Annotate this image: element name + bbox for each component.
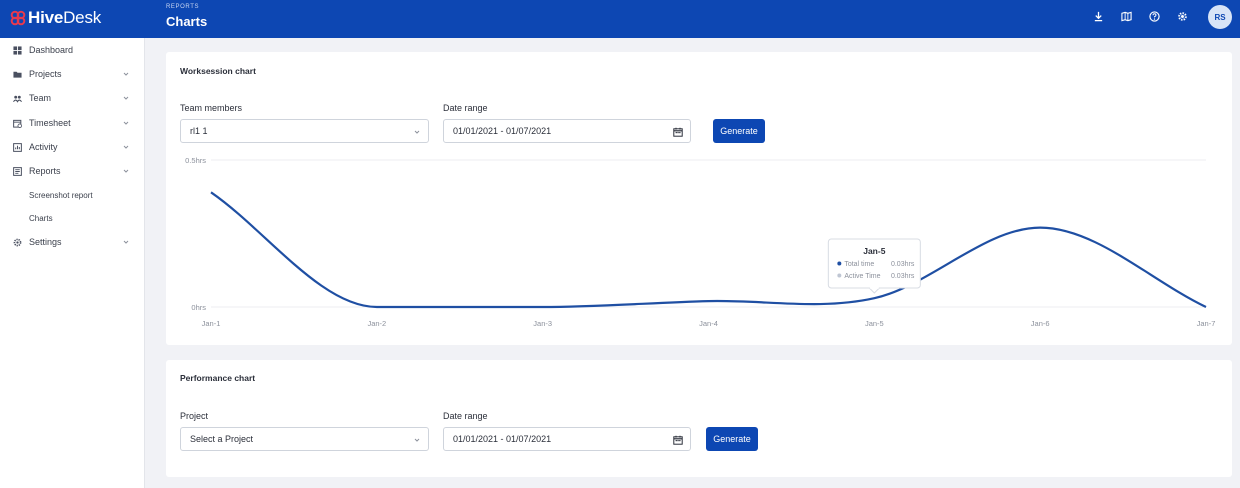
x-tick-label: Jan-1 [202,319,221,328]
tooltip-row-label: Total time [844,261,874,268]
sidebar: Dashboard Projects Team Timesheet Activi… [0,38,145,488]
reports-icon [13,166,22,176]
help-icon[interactable] [1149,11,1160,22]
series-line-total-time [210,191,1207,309]
download-icon[interactable] [1093,11,1104,22]
sidebar-item-reports[interactable]: Reports [0,161,145,181]
sidebar-item-label: Timesheet [29,118,71,128]
performance-date-range-input[interactable]: 01/01/2021 - 01/07/2021 [443,427,691,451]
chevron-down-icon [123,240,129,244]
x-tick-label: Jan-4 [699,319,718,328]
chevron-down-icon [123,96,129,100]
tooltip-title: Jan-5 [863,246,885,256]
sidebar-item-settings[interactable]: Settings [0,232,145,252]
worksession-line-chart: 0hrs 0.5hrs Jan-1 Jan-2 Jan-3 Jan-4 Jan-5 Jan-6… [185,156,1216,328]
map-icon[interactable] [1121,11,1132,22]
timesheet-icon [13,119,22,128]
sidebar-item-activity[interactable]: Activity [0,137,145,157]
settings-icon [13,238,22,246]
x-tick-label: Jan-6 [1031,319,1050,328]
chevron-down-icon [123,145,129,149]
dashboard-icon [13,45,22,55]
folder-icon [13,71,22,78]
performance-generate-button[interactable]: Generate [706,427,758,451]
sidebar-item-timesheet[interactable]: Timesheet [0,113,145,133]
tooltip-row-label: Active Time [844,273,880,280]
hivedesk-logo-icon [10,10,26,26]
x-tick-label: Jan-7 [1197,319,1216,328]
chevron-down-icon [123,121,129,125]
sidebar-item-label: Team [29,93,52,103]
y-tick-label: 0hrs [191,303,206,312]
sidebar-item-projects[interactable]: Projects [0,64,145,84]
breadcrumb: REPORTS [166,4,200,10]
sidebar-subitem-charts[interactable]: Charts [29,214,53,223]
sidebar-subitem-screenshot-report[interactable]: Screenshot report [29,191,93,200]
user-avatar[interactable]: RS [1208,5,1232,29]
sidebar-item-dashboard[interactable]: Dashboard [0,40,145,60]
tooltip-legend-dot [837,261,842,266]
sidebar-item-label: Settings [29,237,62,247]
gear-icon[interactable] [1177,11,1188,22]
x-tick-label: Jan-2 [367,319,386,328]
sidebar-item-label: Reports [29,166,61,176]
project-select[interactable]: Select a Project [180,427,429,451]
sidebar-item-label: Projects [29,69,62,79]
chevron-down-icon [123,169,129,173]
tooltip-legend-dot [837,273,842,278]
x-tick-label: Jan-5 [865,319,884,328]
activity-icon [13,142,22,152]
performance-title: Performance chart [180,373,256,383]
sidebar-item-team[interactable]: Team [0,88,145,108]
calendar-icon[interactable] [673,435,683,445]
top-actions [1093,11,1188,22]
performance-date-range-label: Date range [443,411,488,421]
logo[interactable]: HiveDesk [10,7,101,29]
tooltip-row-value: 0.03hrs [891,273,915,280]
worksession-card: Worksession chart Team members rl1 1 Dat… [166,52,1232,345]
performance-card: Performance chart Project Select a Proje… [166,360,1232,477]
page-title: Charts [166,14,208,29]
top-bar: HiveDesk REPORTS Charts RS [0,0,1240,38]
performance-date-range-value: 01/01/2021 - 01/07/2021 [453,434,552,444]
logo-text: HiveDesk [28,8,102,27]
project-value: Select a Project [190,434,254,444]
chevron-down-icon [123,72,129,76]
y-tick-label: 0.5hrs [185,156,206,165]
project-label: Project [180,411,209,421]
sidebar-item-label: Activity [29,142,58,152]
chevron-down-icon [414,438,420,442]
tooltip-row-value: 0.03hrs [891,261,915,268]
x-tick-label: Jan-3 [533,319,552,328]
sidebar-item-label: Dashboard [29,45,74,55]
team-icon [13,95,22,103]
